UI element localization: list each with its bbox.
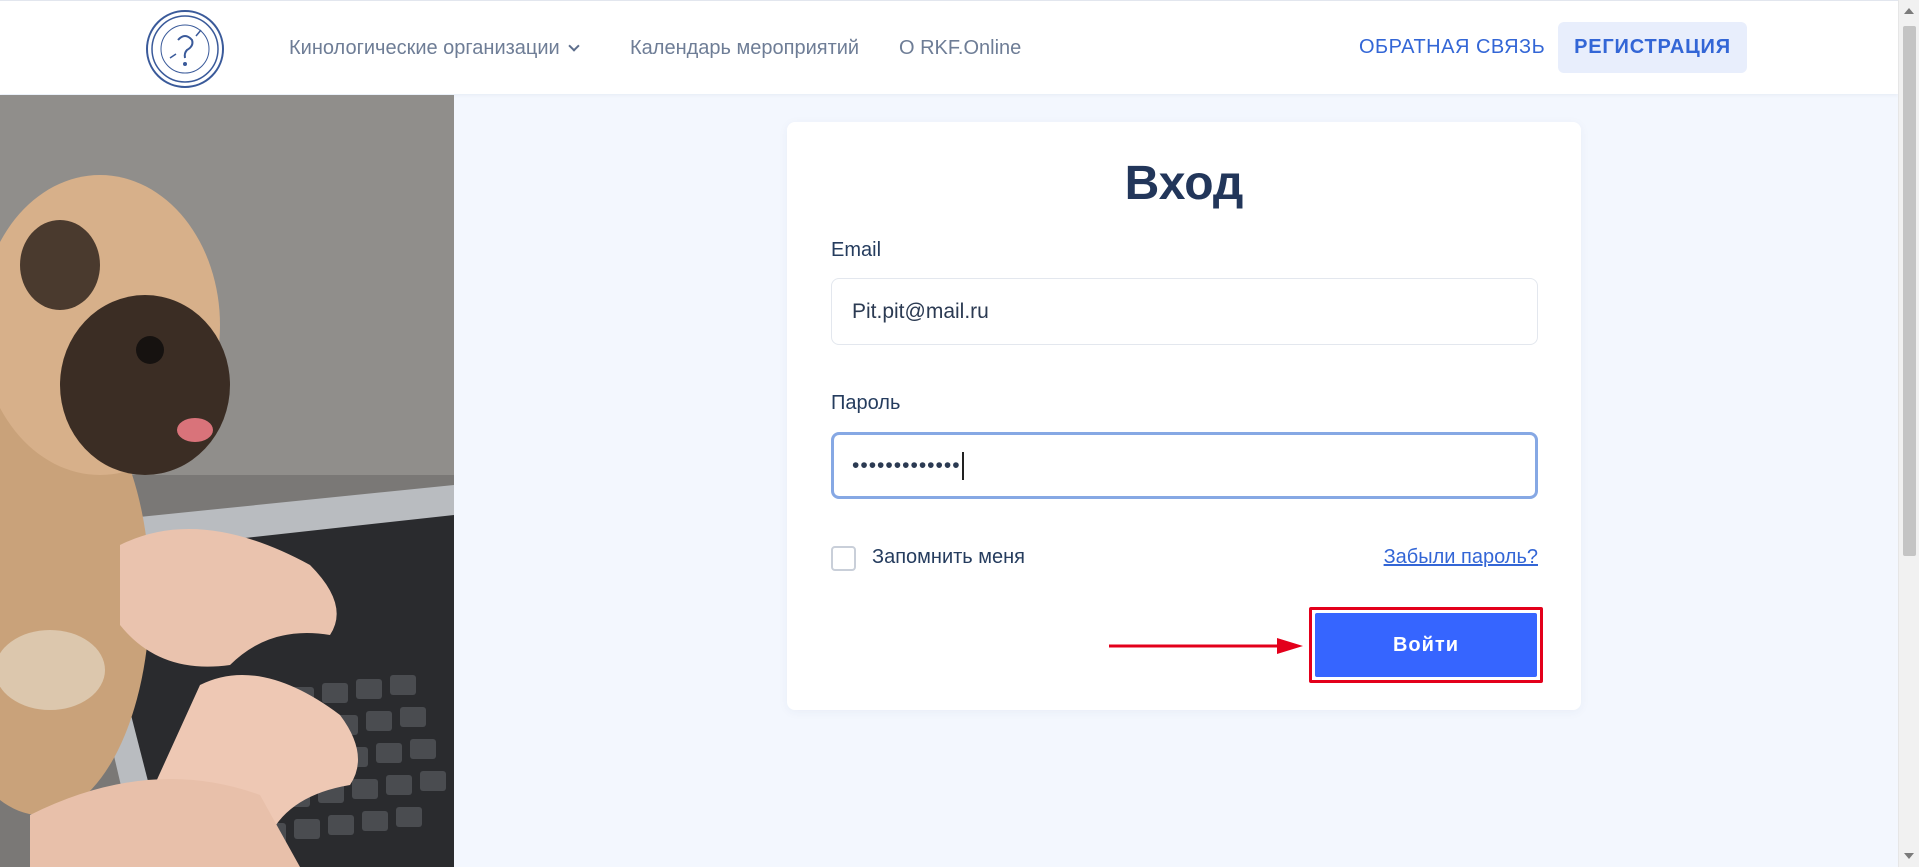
pug-laptop-photo [0,95,454,867]
chevron-down-icon [568,40,580,52]
text-caret [961,451,964,480]
password-label: Пароль [831,392,901,414]
forgot-password-link[interactable]: Забыли пароль? [1384,546,1538,569]
nav-about[interactable]: О RKF.Online [899,37,1021,60]
nav-calendar[interactable]: Календарь мероприятий [630,37,859,60]
scroll-up-icon[interactable] [1904,8,1914,14]
email-value: Pit.pit@mail.ru [852,299,989,323]
login-title: Вход [1124,157,1244,210]
page-scrollbar[interactable] [1898,0,1919,867]
email-field[interactable]: Pit.pit@mail.ru [831,278,1538,345]
password-value: ••••••••••••• [852,453,961,477]
scroll-down-icon[interactable] [1904,853,1914,859]
scroll-thumb[interactable] [1903,26,1916,556]
login-button[interactable]: Войти [1315,613,1537,677]
rkf-logo-icon[interactable] [146,10,224,88]
register-button[interactable]: РЕГИСТРАЦИЯ [1558,22,1747,73]
nav-organizations[interactable]: Кинологические организации [289,36,580,60]
feedback-link[interactable]: ОБРАТНАЯ СВЯЗЬ [1359,36,1545,59]
site-header: Кинологические организации Календарь мер… [0,0,1898,94]
remember-me-checkbox[interactable] [831,546,856,571]
password-field[interactable]: ••••••••••••• [831,432,1538,499]
login-card: Вход Email Pit.pit@mail.ru Пароль ••••••… [787,122,1581,710]
remember-me-label[interactable]: Запомнить меня [872,546,1025,569]
arrow-right-icon [1109,638,1303,654]
email-label: Email [831,239,882,261]
nav-organizations-label: Кинологические организации [289,36,560,59]
